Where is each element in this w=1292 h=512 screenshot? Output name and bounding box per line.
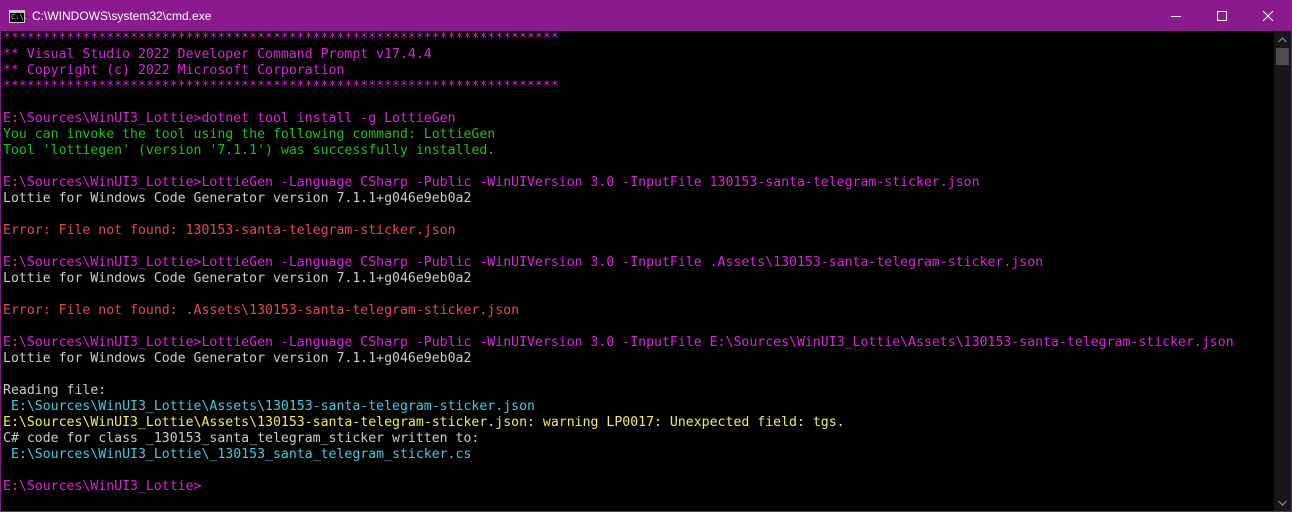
- console-line: Error: File not found: .Assets\130153-sa…: [3, 303, 520, 318]
- maximize-icon: [1217, 11, 1227, 21]
- console-line: ** Copyright (c) 2022 Microsoft Corporat…: [3, 63, 345, 78]
- console-line: E:\Sources\WinUI3_Lottie\Assets\130153-s…: [3, 415, 845, 430]
- console-line: Lottie for Windows Code Generator versio…: [3, 351, 472, 366]
- console-line: Error: File not found: 130153-santa-tele…: [3, 223, 456, 238]
- console-line: C# code for class _130153_santa_telegram…: [3, 431, 480, 446]
- console-line: Lottie for Windows Code Generator versio…: [3, 271, 472, 286]
- console-line: E:\Sources\WinUI3_Lottie>LottieGen -Lang…: [3, 175, 980, 190]
- vertical-scrollbar[interactable]: [1274, 31, 1291, 511]
- scroll-up-button[interactable]: [1274, 31, 1291, 48]
- console-line: E:\Sources\WinUI3_Lottie>LottieGen -Lang…: [3, 255, 1044, 270]
- window-title: C:\WINDOWS\system32\cmd.exe: [32, 9, 212, 23]
- console-line: You can invoke the tool using the follow…: [3, 127, 496, 142]
- console-line: E:\Sources\WinUI3_Lottie>dotnet tool ins…: [3, 111, 456, 126]
- scroll-up-arrow-icon: [1278, 36, 1287, 42]
- console-app-icon[interactable]: C:\.: [9, 9, 28, 23]
- console-app-icon-text: C:\.: [11, 12, 28, 21]
- cmd-window: C:\. C:\WINDOWS\system32\cmd.exe *******…: [0, 0, 1292, 512]
- console-output[interactable]: ****************************************…: [1, 31, 1274, 511]
- close-icon: [1263, 11, 1273, 21]
- console-line: E:\Sources\WinUI3_Lottie\Assets\130153-s…: [3, 399, 535, 414]
- console-line: Lottie for Windows Code Generator versio…: [3, 191, 472, 206]
- scroll-down-button[interactable]: [1274, 494, 1291, 511]
- console-line: ****************************************…: [3, 31, 559, 46]
- minimize-icon: [1171, 16, 1181, 17]
- minimize-button[interactable]: [1153, 1, 1199, 31]
- scroll-thumb[interactable]: [1276, 48, 1289, 65]
- console-line: E:\Sources\WinUI3_Lottie>: [3, 479, 202, 494]
- console-line: ** Visual Studio 2022 Developer Command …: [3, 47, 432, 62]
- console-line: Reading file:: [3, 383, 107, 398]
- close-button[interactable]: [1245, 1, 1291, 31]
- console-line: E:\Sources\WinUI3_Lottie>LottieGen -Lang…: [3, 335, 1234, 350]
- maximize-button[interactable]: [1199, 1, 1245, 31]
- title-bar[interactable]: C:\. C:\WINDOWS\system32\cmd.exe: [1, 1, 1291, 31]
- scroll-down-arrow-icon: [1278, 500, 1287, 506]
- console-line: E:\Sources\WinUI3_Lottie\_130153_santa_t…: [3, 447, 472, 462]
- console-line: ****************************************…: [3, 79, 559, 94]
- console-line: Tool 'lottiegen' (version '7.1.1') was s…: [3, 143, 496, 158]
